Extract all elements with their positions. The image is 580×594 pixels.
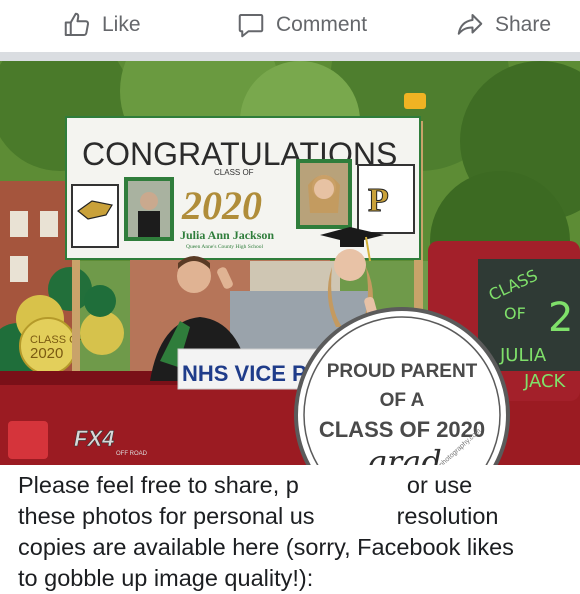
caption-line-2b: resolution xyxy=(396,503,499,529)
stamp-line-2: OF A xyxy=(380,390,425,411)
stamp-line-3: CLASS OF 2020 xyxy=(319,417,485,442)
caption-line-4: to gobble up image quality!): xyxy=(18,565,314,591)
comment-button[interactable]: Comment xyxy=(236,10,367,40)
share-button[interactable]: Share xyxy=(455,10,551,40)
balloon-year: 2020 xyxy=(30,345,63,362)
right-logo: P xyxy=(368,182,389,219)
thumbs-up-icon xyxy=(64,12,90,36)
post-photo[interactable]: CLASS OF 2020 CONGRATULATIONS CLASS OF 2… xyxy=(0,61,580,465)
truck-badge-sub: OFF ROAD xyxy=(116,451,148,457)
caption-line-2a: these photos for personal us xyxy=(18,503,315,529)
banner-name: Julia Ann Jackson xyxy=(180,228,274,242)
stamp-script: grad xyxy=(366,443,441,465)
comment-bubble-icon xyxy=(238,14,264,38)
banner-school: Queen Anne's County High School xyxy=(186,244,264,250)
section-divider xyxy=(0,52,580,61)
stamp-line-1: PROUD PARENT xyxy=(327,361,478,382)
caption-line-2: these photos for personal us resolution xyxy=(18,501,578,532)
caption-line-1b: or use xyxy=(406,472,473,498)
comment-label: Comment xyxy=(276,13,368,36)
like-label: Like xyxy=(102,13,141,36)
post-action-bar: Like Comment Share xyxy=(0,0,580,52)
banner-year: 2020 xyxy=(181,183,262,228)
share-arrow-icon xyxy=(457,14,483,35)
share-label: Share xyxy=(495,13,552,36)
caption-line-1a: Please feel free to share, p xyxy=(18,472,299,498)
window-text-3: 2 xyxy=(548,295,573,341)
window-text-4: JULIA xyxy=(499,345,547,366)
caption-line-1: Please feel free to share, p or use xyxy=(18,470,578,501)
photo-scene: CLASS OF 2020 CONGRATULATIONS CLASS OF 2… xyxy=(0,61,580,465)
truck-badge: FX4 xyxy=(74,426,114,451)
banner-class-of: CLASS OF xyxy=(214,168,254,177)
caption-line-3: copies are available here (sorry, Facebo… xyxy=(18,534,514,560)
like-button[interactable]: Like xyxy=(62,10,141,40)
window-text-5: JACK xyxy=(523,371,567,392)
post-caption: Please feel free to share, p or use these… xyxy=(18,470,578,594)
window-text-2: OF xyxy=(504,304,526,323)
